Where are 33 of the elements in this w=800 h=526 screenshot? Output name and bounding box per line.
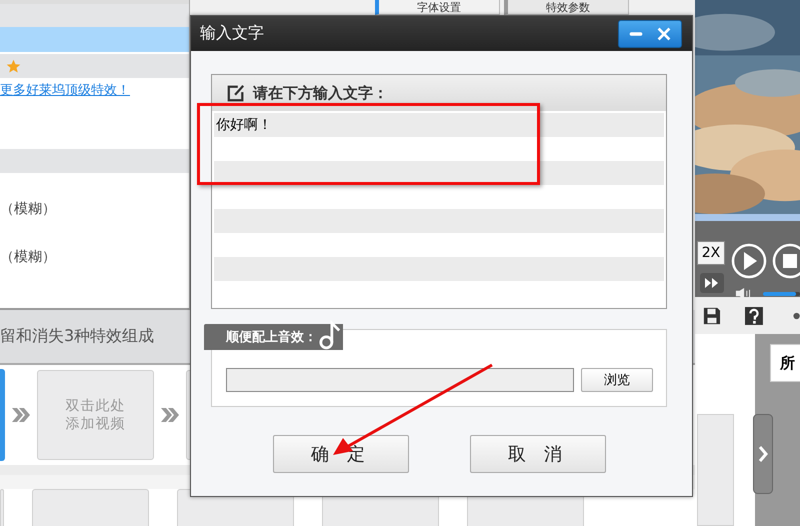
sound-label: 顺便配上音效：	[226, 328, 317, 346]
sound-file-field[interactable]	[226, 368, 574, 392]
clip-card[interactable]	[0, 489, 4, 526]
clip-card[interactable]	[32, 489, 149, 526]
effect-name: （模糊）	[0, 248, 57, 267]
tab[interactable]: 特效参数	[504, 0, 629, 15]
window-title: 输入文字	[200, 23, 264, 44]
description-text: 留和消失3种特效组成	[0, 326, 154, 347]
side-tab[interactable]: 所	[770, 344, 800, 382]
edit-icon	[227, 84, 245, 102]
play-button[interactable]	[731, 243, 767, 280]
stop-button[interactable]	[772, 243, 800, 280]
clip-card[interactable]	[697, 414, 734, 526]
tab[interactable]: 字体设置	[375, 0, 500, 15]
chevron-icon	[11, 407, 31, 423]
slider-knob-icon[interactable]	[792, 312, 800, 320]
effect-name: （模糊）	[0, 200, 57, 219]
prompt-label: 请在下方输入文字：	[253, 84, 388, 102]
chevron-icon	[160, 407, 180, 423]
card-text: 添加视频	[66, 415, 126, 433]
browse-button[interactable]: 浏览	[581, 368, 653, 392]
selected-clip-card[interactable]	[0, 369, 5, 461]
text-input-field[interactable]: 你好啊！	[212, 111, 666, 308]
star-icon	[6, 58, 21, 74]
effects-link[interactable]: 更多好莱坞顶级特效！	[0, 81, 189, 99]
fast-forward-button[interactable]	[700, 273, 724, 294]
input-text: 你好啊！	[215, 116, 272, 134]
expand-button[interactable]	[753, 414, 773, 494]
cancel-button[interactable]: 取 消	[470, 435, 606, 473]
speed-button[interactable]: 2X	[697, 241, 725, 266]
save-icon[interactable]	[703, 306, 721, 326]
card-text: 双击此处	[66, 397, 126, 415]
help-icon[interactable]	[744, 306, 763, 326]
